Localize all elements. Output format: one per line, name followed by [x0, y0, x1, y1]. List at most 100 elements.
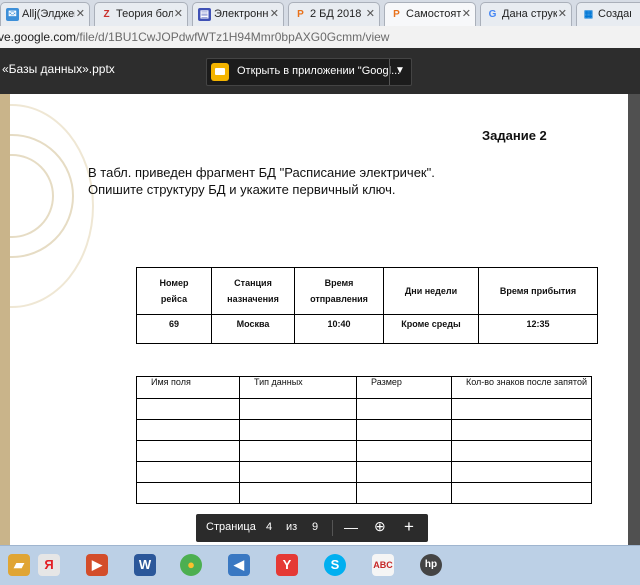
total-pages: 9 [312, 521, 319, 533]
header-line: Номер [159, 278, 189, 288]
zoom-icon[interactable]: ⊕ [374, 518, 386, 535]
browser-tab[interactable]: G Дана структ ✕ [480, 2, 572, 26]
tab-title: Электронн [214, 8, 269, 20]
chrome-icon: ● [180, 554, 202, 576]
taskbar-sound[interactable]: ◀ [220, 550, 258, 581]
page-controls: Страница 4 из 9 — ⊕ + [196, 514, 428, 542]
table-cell [356, 440, 452, 462]
slide-title: Задание 2 [482, 128, 547, 143]
taskbar-chrome[interactable]: ● [172, 550, 210, 581]
tab-title: Теория бол [116, 8, 173, 20]
table-cell [239, 398, 357, 420]
taskbar-skype[interactable]: S [316, 550, 354, 581]
address-bar[interactable]: ve.google.com/file/d/1BU1CwJOPdwfWTz1H94… [0, 26, 640, 49]
taskbar-word[interactable]: W [126, 550, 164, 581]
table-row [136, 398, 592, 420]
slides-p-icon: P [393, 9, 400, 20]
browser-tab-bar: ✉ Allj(Элджей ✕ Z Теория бол ✕ ▤ Электро… [0, 0, 640, 27]
table-cell: 69 [136, 314, 212, 344]
slides-app-icon [211, 63, 229, 81]
table-header-cell: Кол-во знаков после запятой [451, 376, 592, 399]
header-line: отправления [310, 294, 368, 304]
tab-title: Allj(Элджей [22, 8, 75, 20]
header-line: Время прибытия [499, 286, 577, 296]
taskbar-abc[interactable]: ABC [364, 550, 402, 581]
decorative-swirl [10, 104, 94, 308]
table-row [136, 440, 592, 462]
media-icon: ▶ [86, 554, 108, 576]
table-cell [136, 461, 240, 483]
table-header-cell: Время отправления [294, 267, 384, 315]
word-icon: W [134, 554, 156, 576]
browser-tab[interactable]: ✉ Allj(Элджей ✕ [0, 2, 90, 26]
zoom-out-button[interactable]: — [344, 519, 358, 535]
zoom-in-button[interactable]: + [404, 517, 414, 537]
table-cell: 10:40 [294, 314, 384, 344]
taskbar-yandex[interactable]: Я [30, 550, 68, 581]
divider [389, 59, 390, 85]
table-cell: Кроме среды [383, 314, 479, 344]
table-header-cell: Время прибытия [478, 267, 598, 315]
table-header-cell: Имя поля [136, 376, 240, 399]
table-cell [136, 482, 240, 504]
viewer-toolbar: «Базы данных».pptx Открыть в приложении … [0, 48, 640, 94]
scrollbar-area[interactable] [628, 94, 640, 545]
table-header-cell: Размер [356, 376, 452, 399]
hp-icon: hp [420, 554, 442, 576]
tab-title: Создание [598, 8, 631, 20]
taskbar-yandex-browser[interactable]: Y [268, 550, 306, 581]
taskbar-media[interactable]: ▶ [78, 550, 116, 581]
table-cell [239, 419, 357, 441]
browser-tab[interactable]: ▦ Создание [576, 2, 640, 26]
table-cell [356, 398, 452, 420]
document-icon: ▤ [198, 8, 211, 21]
table-row [136, 419, 592, 441]
browser-tab[interactable]: P 2 БД 2018 г ✕ [288, 2, 380, 26]
close-icon[interactable]: ✕ [462, 7, 471, 20]
table-cell [451, 440, 592, 462]
open-in-app-label: Открыть в приложении "Googl... [237, 65, 401, 77]
table-header-cell: Станция назначения [211, 267, 295, 315]
abc-icon: ABC [372, 554, 394, 576]
close-icon[interactable]: ✕ [270, 7, 279, 20]
table-row: 69 Москва 10:40 Кроме среды 12:35 [136, 314, 598, 344]
presentation-slide: Задание 2 В табл. приведен фрагмент БД "… [10, 94, 628, 545]
file-name: «Базы данных».pptx [2, 62, 115, 76]
z-logo-icon: Z [103, 9, 110, 20]
table-cell [136, 440, 240, 462]
browser-tab-active[interactable]: P Самостояте ✕ [384, 2, 476, 26]
task-text-line: Опишите структуру БД и укажите первичный… [88, 182, 396, 197]
structure-table: Имя поля Тип данных Размер Кол-во знаков… [136, 376, 592, 504]
table-header-cell: Номер рейса [136, 267, 212, 315]
open-in-app-button[interactable]: Открыть в приложении "Googl... ▼ [206, 58, 412, 86]
slide-body-text: В табл. приведен фрагмент БД "Расписание… [88, 164, 435, 198]
header-line: Станция [234, 278, 272, 288]
close-icon[interactable]: ✕ [366, 7, 375, 20]
email-icon: ✉ [6, 8, 19, 21]
table-cell [451, 461, 592, 483]
table-header-cell: Дни недели [383, 267, 479, 315]
table-row [136, 482, 592, 504]
table-cell [356, 419, 452, 441]
close-icon[interactable]: ✕ [76, 7, 85, 20]
browser-tab[interactable]: Z Теория бол ✕ [94, 2, 188, 26]
task-text-line: В табл. приведен фрагмент БД "Расписание… [88, 165, 435, 180]
windows-taskbar: ▰ Я ▶ W ● ◀ Y S ABC hp [0, 545, 640, 585]
yandex-browser-icon: Y [276, 554, 298, 576]
table-header-cell: Тип данных [239, 376, 357, 399]
url-text[interactable]: ve.google.com/file/d/1BU1CwJOPdwfWTz1H94… [0, 30, 389, 44]
page-label: Страница [206, 521, 256, 533]
table-cell [356, 461, 452, 483]
browser-tab[interactable]: ▤ Электронн ✕ [192, 2, 284, 26]
tab-title: Дана структ [502, 8, 557, 20]
close-icon[interactable]: ✕ [174, 7, 183, 20]
table-cell [136, 419, 240, 441]
close-icon[interactable]: ✕ [558, 7, 567, 20]
taskbar-hp[interactable]: hp [412, 550, 450, 581]
table-header-row: Имя поля Тип данных Размер Кол-во знаков… [136, 376, 592, 399]
header-line: Дни недели [404, 286, 458, 296]
table-cell [239, 461, 357, 483]
page-of-label: из [286, 521, 298, 533]
chevron-down-icon[interactable]: ▼ [395, 65, 405, 76]
yandex-icon: Я [38, 554, 60, 576]
